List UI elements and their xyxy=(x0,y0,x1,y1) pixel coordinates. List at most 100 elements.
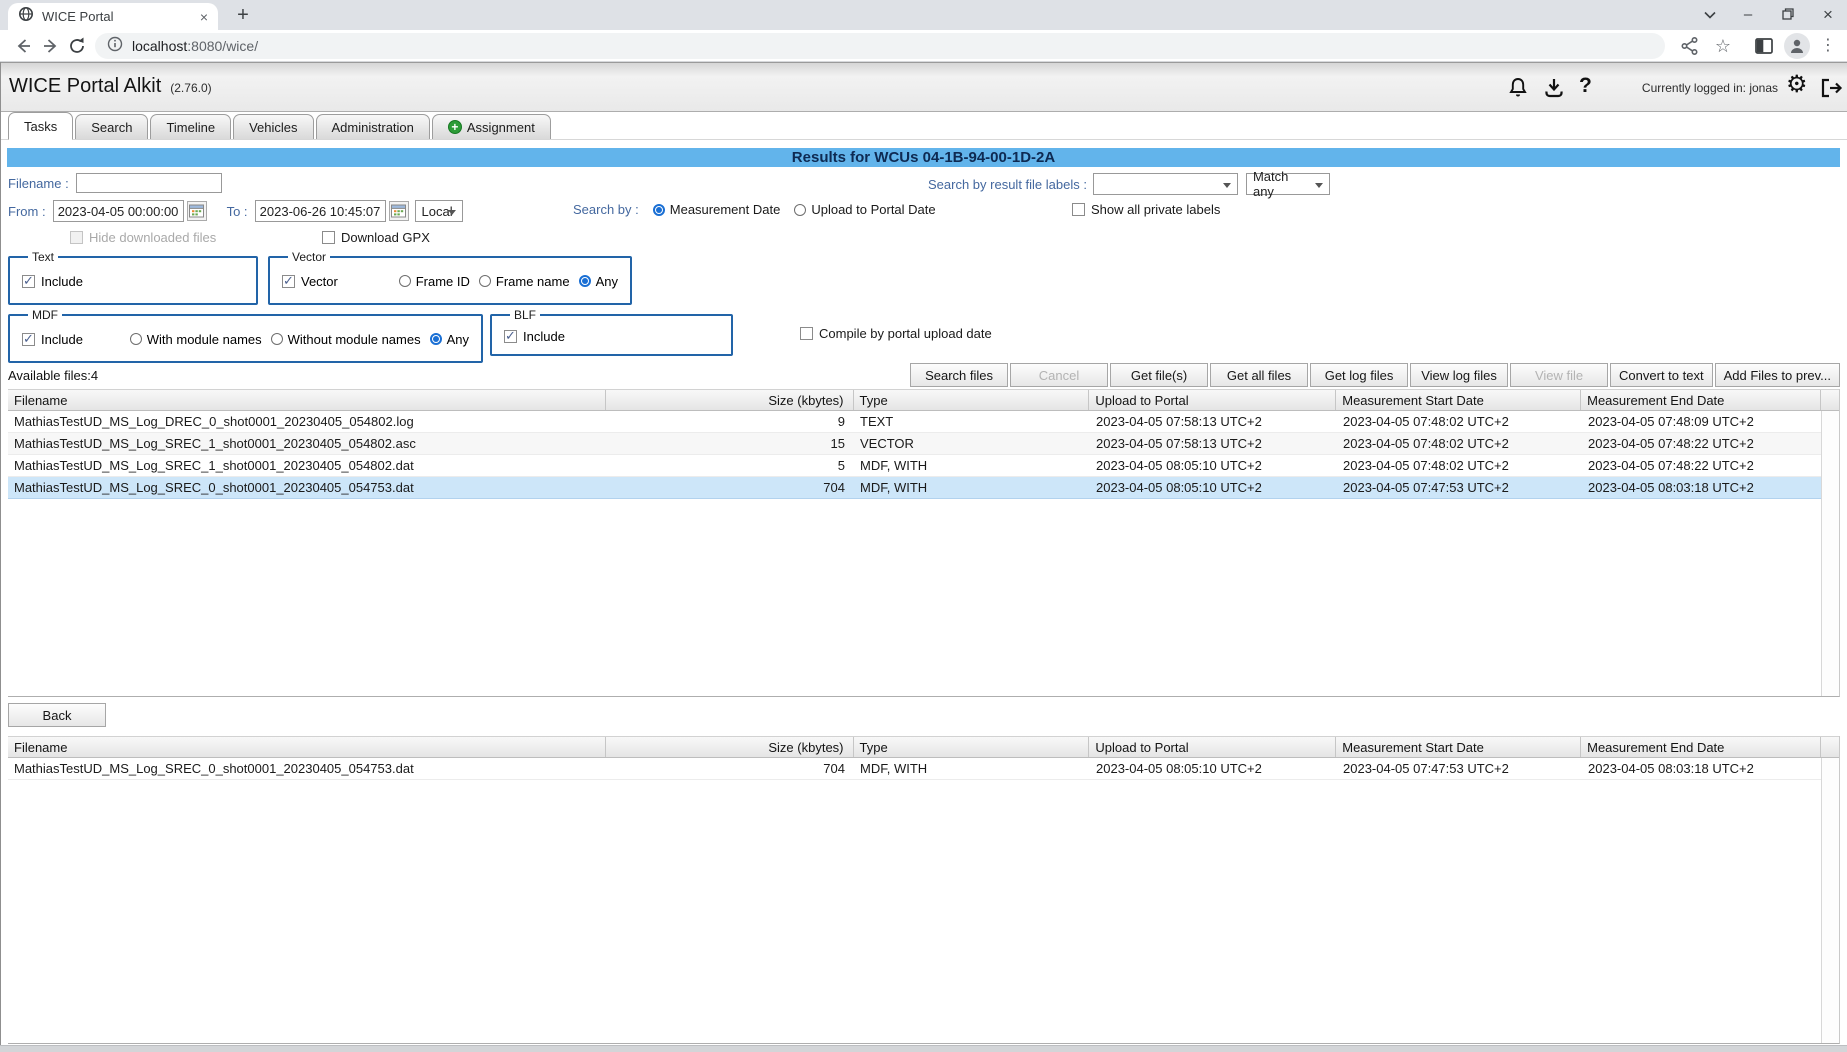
app-title: WICE Portal Alkit(2.76.0) xyxy=(9,75,212,98)
table-scrollbar-track[interactable] xyxy=(1821,411,1839,696)
bottom-strip xyxy=(0,1045,1847,1052)
back-arrow-icon[interactable] xyxy=(12,35,34,57)
notifications-bell-icon[interactable] xyxy=(1506,76,1530,105)
get-log-files-button[interactable]: Get log files xyxy=(1310,363,1408,387)
blf-group-legend: BLF xyxy=(510,308,540,322)
selected-table-header: Filename Size (kbytes) Type Upload to Po… xyxy=(8,736,1839,758)
without-modules-label: Without module names xyxy=(288,332,421,347)
reload-icon[interactable] xyxy=(66,35,88,57)
profile-avatar[interactable] xyxy=(1784,33,1810,59)
col-type[interactable]: Type xyxy=(854,390,1090,410)
bookmark-star-icon[interactable]: ☆ xyxy=(1711,34,1735,58)
to-date-input[interactable] xyxy=(255,200,386,222)
timezone-select[interactable]: Local xyxy=(415,200,463,222)
table-scrollbar-track[interactable] xyxy=(1821,758,1839,1043)
tab-timeline[interactable]: Timeline xyxy=(150,114,231,139)
filename-input[interactable] xyxy=(76,173,222,193)
share-icon[interactable] xyxy=(1678,34,1702,63)
logout-icon[interactable] xyxy=(1818,76,1844,105)
download-gpx-checkbox[interactable] xyxy=(322,231,335,244)
from-calendar-icon[interactable] xyxy=(187,201,207,221)
table-row[interactable]: MathiasTestUD_MS_Log_SREC_1_shot0001_202… xyxy=(8,433,1839,455)
col-upload[interactable]: Upload to Portal xyxy=(1089,737,1336,757)
forward-arrow-icon[interactable] xyxy=(40,35,62,57)
table-row-selected[interactable]: MathiasTestUD_MS_Log_SREC_0_shot0001_202… xyxy=(8,477,1839,499)
results-title-bar: Results for WCUs 04-1B-94-00-1D-2A xyxy=(7,148,1840,167)
without-modules-radio[interactable] xyxy=(271,333,283,345)
col-meas-start[interactable]: Measurement Start Date xyxy=(1336,737,1581,757)
frame-name-radio[interactable] xyxy=(479,275,491,287)
labels-select[interactable] xyxy=(1093,173,1238,195)
tab-administration[interactable]: Administration xyxy=(316,114,430,139)
table-row[interactable]: MathiasTestUD_MS_Log_SREC_0_shot0001_202… xyxy=(8,758,1839,780)
blf-include-label: Include xyxy=(523,329,565,344)
col-spacer xyxy=(1821,737,1839,757)
browser-menu-icon[interactable]: ⋮ xyxy=(1820,34,1836,58)
measurement-date-radio[interactable] xyxy=(653,204,665,216)
get-all-files-button[interactable]: Get all files xyxy=(1210,363,1308,387)
get-files-button[interactable]: Get file(s) xyxy=(1110,363,1208,387)
vector-group-legend: Vector xyxy=(288,250,330,264)
vector-include-checkbox[interactable] xyxy=(282,275,295,288)
convert-to-text-button[interactable]: Convert to text xyxy=(1610,363,1713,387)
blf-group: BLF Include xyxy=(490,308,733,356)
show-private-checkbox[interactable] xyxy=(1072,203,1085,216)
upload-date-radio[interactable] xyxy=(794,204,806,216)
download-gpx-label: Download GPX xyxy=(341,230,430,245)
app-version: (2.76.0) xyxy=(170,81,211,95)
app-tab-bar: Tasks Search Timeline Vehicles Administr… xyxy=(0,112,1847,140)
text-include-checkbox[interactable] xyxy=(22,275,35,288)
with-modules-radio[interactable] xyxy=(130,333,142,345)
download-icon[interactable] xyxy=(1542,76,1566,105)
side-panel-icon[interactable] xyxy=(1752,34,1776,63)
browser-tab-title: WICE Portal xyxy=(42,9,192,24)
url-bar[interactable]: localhost:8080/wice/ xyxy=(95,33,1665,59)
tab-search-chevron-icon[interactable] xyxy=(1697,2,1723,28)
private-labels-row: Show all private labels xyxy=(1072,202,1220,217)
col-filename[interactable]: Filename xyxy=(8,737,606,757)
url-host: localhost xyxy=(132,38,187,54)
col-meas-end[interactable]: Measurement End Date xyxy=(1581,390,1821,410)
back-button[interactable]: Back xyxy=(8,703,106,727)
col-meas-start[interactable]: Measurement Start Date xyxy=(1336,390,1581,410)
blf-include-checkbox[interactable] xyxy=(504,330,517,343)
tab-close-icon[interactable]: × xyxy=(200,10,208,24)
settings-gear-icon[interactable]: ⚙ xyxy=(1786,73,1808,97)
search-files-button[interactable]: Search files xyxy=(910,363,1008,387)
col-size[interactable]: Size (kbytes) xyxy=(606,737,854,757)
new-tab-button[interactable]: + xyxy=(230,3,256,29)
help-icon[interactable]: ? xyxy=(1579,74,1592,98)
mdf-include-checkbox[interactable] xyxy=(22,333,35,346)
url-path: :8080/wice/ xyxy=(187,38,258,54)
tab-tasks[interactable]: Tasks xyxy=(8,112,73,140)
frame-id-radio[interactable] xyxy=(399,275,411,287)
page-left-edge xyxy=(0,62,1,1045)
mdf-any-label: Any xyxy=(447,332,469,347)
add-files-to-prev-button[interactable]: Add Files to prev... xyxy=(1715,363,1840,387)
info-icon[interactable] xyxy=(107,36,123,57)
col-type[interactable]: Type xyxy=(854,737,1090,757)
col-size[interactable]: Size (kbytes) xyxy=(606,390,854,410)
vector-any-radio[interactable] xyxy=(579,275,591,287)
browser-tab[interactable]: WICE Portal × xyxy=(8,3,218,30)
globe-favicon-icon xyxy=(18,6,34,27)
col-upload[interactable]: Upload to Portal xyxy=(1089,390,1336,410)
window-maximize-button[interactable] xyxy=(1775,2,1801,28)
tab-vehicles[interactable]: Vehicles xyxy=(233,114,313,139)
col-meas-end[interactable]: Measurement End Date xyxy=(1581,737,1821,757)
table-row[interactable]: MathiasTestUD_MS_Log_SREC_1_shot0001_202… xyxy=(8,455,1839,477)
window-close-button[interactable]: × xyxy=(1815,2,1841,28)
to-calendar-icon[interactable] xyxy=(389,201,409,221)
mdf-group: MDF Include With module names Without mo… xyxy=(8,308,483,363)
tab-assignment[interactable]: +Assignment xyxy=(432,114,551,139)
col-filename[interactable]: Filename xyxy=(8,390,606,410)
table-row[interactable]: MathiasTestUD_MS_Log_DREC_0_shot0001_202… xyxy=(8,411,1839,433)
from-date-input[interactable] xyxy=(53,200,184,222)
window-minimize-button[interactable]: – xyxy=(1735,2,1761,28)
compile-checkbox[interactable] xyxy=(800,327,813,340)
view-log-files-button: View log files xyxy=(1410,363,1508,387)
match-select[interactable]: Match any xyxy=(1246,173,1330,195)
tab-search[interactable]: Search xyxy=(75,114,148,139)
download-gpx-row: Download GPX xyxy=(322,230,430,245)
mdf-any-radio[interactable] xyxy=(430,333,442,345)
